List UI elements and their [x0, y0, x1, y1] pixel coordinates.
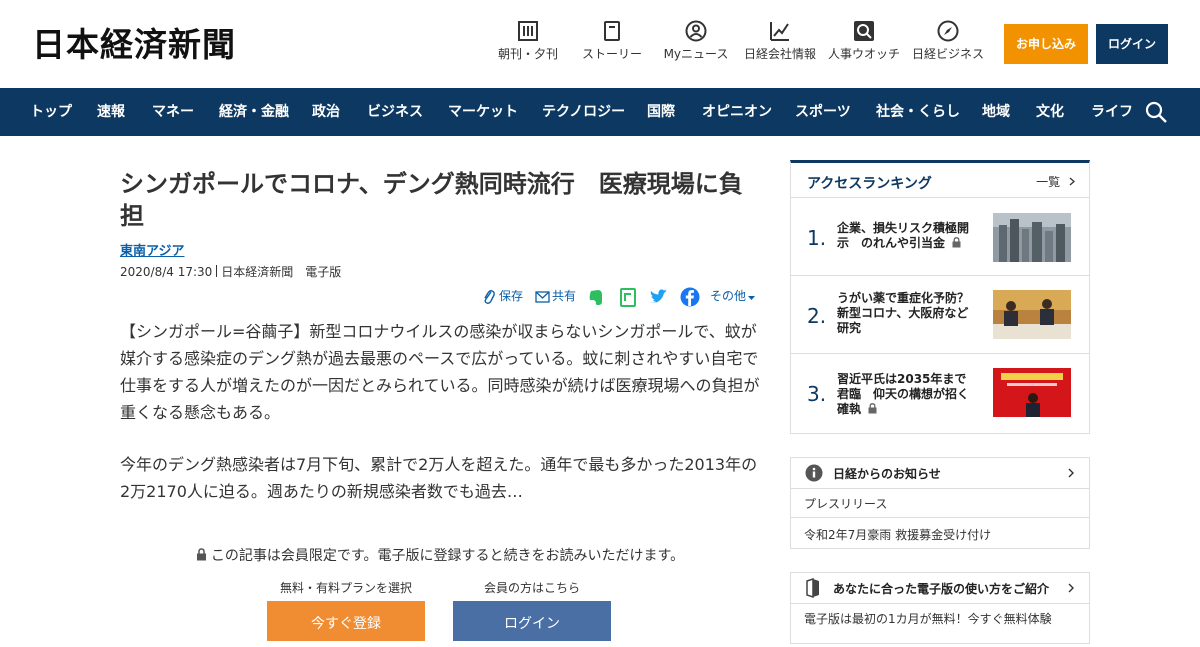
site-logo[interactable]: 日本経済新聞 [32, 26, 236, 64]
nav-story[interactable]: ストーリー [570, 20, 654, 61]
main-navigation: トップ 速報 マネー 経済・金融 政治 ビジネス マーケット テクノロジー 国際… [0, 88, 1200, 136]
caret-down-icon [748, 296, 755, 300]
lock-icon [868, 403, 877, 414]
bookmark-icon[interactable] [618, 287, 638, 307]
compass-icon [937, 20, 959, 42]
guide-header[interactable]: あなたに合った電子版の使い方をご紹介 [791, 573, 1089, 604]
ranking-title: アクセスランキング [807, 176, 932, 192]
lock-icon [196, 548, 206, 561]
guide-link[interactable]: 電子版は最初の1カ月が無料！今すぐ無料体験 [804, 610, 1052, 627]
paywall-notice: この記事は会員限定です。電子版に登録すると続きをお読みいただけます。 [120, 545, 760, 565]
nav-paper-edition[interactable]: 朝刊・夕刊 [486, 20, 570, 61]
nav-item-market[interactable]: マーケット [448, 88, 518, 136]
twitter-icon[interactable] [649, 287, 669, 307]
nav-label: 朝刊・夕刊 [497, 47, 558, 61]
search-person-icon [854, 21, 874, 41]
chevron-right-icon [1068, 468, 1074, 478]
nav-nikkei-business[interactable]: 日経ビジネス [906, 20, 990, 61]
rank-title-text: 企業、損失リスク積極開示 のれんや引当金 [837, 221, 970, 250]
ranking-item[interactable]: 2. うがい薬で重症化予防？ 新型コロナ、大阪府など研究 [791, 275, 1089, 354]
info-icon [805, 464, 823, 482]
red-banner-thumbnail[interactable] [993, 368, 1071, 417]
rank-title: 企業、損失リスク積極開示 のれんや引当金 [837, 221, 977, 251]
more-share-button[interactable]: その他 [710, 286, 746, 308]
paywall-text: この記事は会員限定です。電子版に登録すると続きをお読みいただけます。 [210, 548, 685, 564]
nav-item-politics[interactable]: 政治 [312, 88, 340, 136]
article-date: 2020/8/4 17:30 [120, 265, 213, 279]
member-caption: 会員の方はこちら [483, 581, 580, 595]
apply-button[interactable]: お申し込み [1004, 24, 1088, 64]
nav-personnel-watch[interactable]: 人事ウオッチ [822, 20, 906, 61]
nav-item-region[interactable]: 地域 [982, 88, 1010, 136]
register-button[interactable]: 今すぐ登録 [267, 601, 425, 641]
access-ranking: アクセスランキング 一覧 1. 企業、損失リスク積極開示 のれんや引当金 2. … [790, 160, 1090, 434]
rank-number: 1. [807, 226, 827, 250]
article-dateline: 2020/8/4 17:30 日本経済新聞 電子版 [120, 263, 341, 280]
member-login-button[interactable]: ログイン [453, 601, 611, 641]
chevron-right-icon [1068, 583, 1074, 593]
digital-guide: あなたに合った電子版の使い方をご紹介 電子版は最初の1カ月が無料！今すぐ無料体験 [790, 572, 1090, 644]
article-paragraph: 【シンガポール=谷繭子】新型コロナウイルスの感染が収まらないシンガポールで、蚊が… [120, 322, 760, 422]
rank-title: 習近平氏は2035年まで君臨 仰天の構想が招く確執 [837, 372, 977, 417]
chevron-right-icon [1069, 177, 1075, 186]
guide-title: あなたに合った電子版の使い方をご紹介 [833, 582, 1050, 596]
notices-header[interactable]: 日経からのお知らせ [791, 458, 1089, 489]
notice-link[interactable]: プレスリリース [804, 495, 887, 512]
nav-company-info[interactable]: 日経会社情報 [738, 20, 822, 61]
facebook-icon[interactable] [680, 287, 700, 307]
nav-label: Myニュース [663, 47, 729, 61]
notices-title: 日経からのお知らせ [833, 467, 941, 481]
nav-label: 日経会社情報 [743, 47, 816, 61]
nav-label: 人事ウオッチ [827, 47, 900, 61]
rank-number: 3. [807, 382, 827, 406]
nav-my-news[interactable]: Myニュース [654, 20, 738, 61]
ranking-more-label: 一覧 [1036, 175, 1061, 189]
user-icon [685, 20, 707, 42]
ranking-item[interactable]: 1. 企業、損失リスク積極開示 のれんや引当金 [791, 197, 1089, 276]
search-icon[interactable] [1144, 100, 1168, 124]
nav-item-top[interactable]: トップ [30, 88, 72, 136]
ranking-item[interactable]: 3. 習近平氏は2035年まで君臨 仰天の構想が招く確執 [791, 353, 1089, 432]
nav-item-life[interactable]: ライフ [1091, 88, 1133, 136]
rank-title: うがい薬で重症化予防？ 新型コロナ、大阪府など研究 [837, 291, 982, 335]
divider [216, 265, 218, 277]
rank-number: 2. [807, 304, 827, 328]
evernote-icon[interactable] [586, 287, 606, 307]
plan-caption: 無料・有料プランを選択 [279, 581, 412, 595]
nav-item-opinion[interactable]: オピニオン [702, 88, 772, 136]
nav-label: ストーリー [581, 47, 642, 61]
paperclip-icon[interactable] [482, 287, 496, 307]
notice-link[interactable]: 令和2年7月豪雨 救援募金受け付け [804, 526, 991, 543]
chart-icon [770, 22, 789, 41]
article-paragraph: 今年のデング熱感染者は7月下旬、累計で2万人を超えた。通年で最も多かった2013… [120, 455, 758, 501]
article-category-link[interactable]: 東南アジア [120, 240, 184, 259]
nav-item-breaking[interactable]: 速報 [97, 88, 125, 136]
city-skyline-thumbnail[interactable] [993, 213, 1071, 262]
nav-item-business[interactable]: ビジネス [367, 88, 423, 136]
save-button[interactable]: 保存 [499, 286, 523, 308]
nav-label: 日経ビジネス [911, 47, 984, 61]
nav-item-economy[interactable]: 経済・金融 [219, 88, 289, 136]
nav-item-money[interactable]: マネー [152, 88, 194, 136]
mail-icon[interactable] [535, 287, 550, 307]
nav-item-sports[interactable]: スポーツ [795, 88, 851, 136]
nav-item-culture[interactable]: 文化 [1036, 88, 1064, 136]
press-conference-thumbnail[interactable] [993, 290, 1071, 339]
article-title: シンガポールでコロナ、デング熱同時流行 医療現場に負担 [120, 170, 743, 230]
book-icon [604, 21, 620, 41]
article-source: 日本経済新聞 電子版 [221, 265, 342, 279]
guide-book-icon [806, 578, 819, 598]
divider [791, 517, 1089, 518]
share-button[interactable]: 共有 [552, 286, 576, 308]
ranking-more-link[interactable]: 一覧 [1036, 173, 1075, 190]
nav-item-society[interactable]: 社会・くらし [876, 88, 960, 136]
newspaper-icon [518, 21, 538, 41]
site-header: 日本経済新聞 朝刊・夕刊 ストーリー Myニュース 日経会社情報 人事ウオッチ … [0, 0, 1200, 88]
nikkei-notices: 日経からのお知らせ プレスリリース 令和2年7月豪雨 救援募金受け付け [790, 457, 1090, 549]
login-button[interactable]: ログイン [1096, 24, 1168, 64]
nav-item-technology[interactable]: テクノロジー [542, 88, 625, 136]
rank-title-text: 習近平氏は2035年まで君臨 仰天の構想が招く確執 [837, 372, 970, 416]
nav-item-international[interactable]: 国際 [647, 88, 675, 136]
lock-icon [952, 237, 961, 248]
